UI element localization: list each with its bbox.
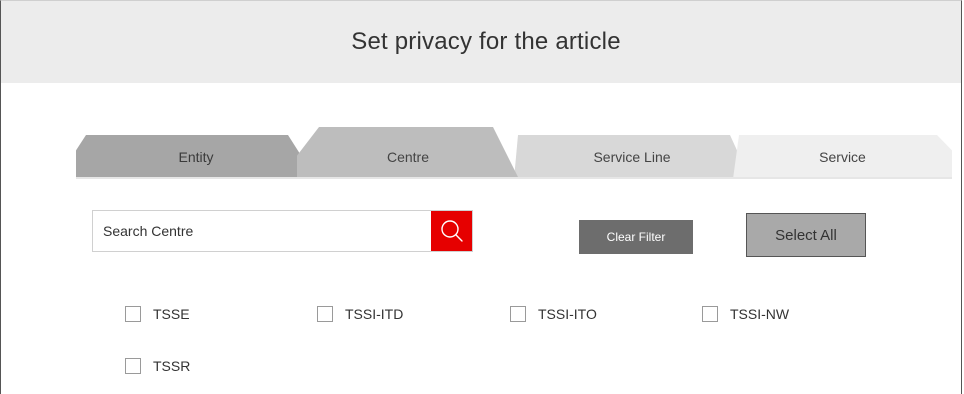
checkbox[interactable]: [125, 306, 141, 322]
tab-entity[interactable]: Entity: [76, 135, 316, 179]
option-tssi-nw[interactable]: TSSI-NW: [702, 306, 789, 322]
search-input[interactable]: [93, 211, 431, 251]
tab-entity-label: Entity: [178, 149, 214, 165]
option-label: TSSI-ITD: [345, 306, 404, 322]
option-tssi-itd[interactable]: TSSI-ITD: [317, 306, 403, 322]
clear-filter-button[interactable]: Clear Filter: [579, 220, 693, 254]
search-icon: [440, 220, 463, 242]
checkbox[interactable]: [702, 306, 718, 322]
tab-bar: Entity Service Line Service Centre: [0, 0, 964, 200]
option-label: TSSI-NW: [730, 306, 790, 322]
checkbox[interactable]: [510, 306, 526, 322]
checkbox[interactable]: [125, 358, 141, 374]
option-tsse[interactable]: TSSE: [125, 306, 190, 322]
tab-centre-label: Centre: [386, 149, 430, 165]
search-box: [92, 210, 473, 252]
option-tssi-ito[interactable]: TSSI-ITO: [510, 306, 597, 322]
tab-service-line-label: Service Line: [593, 149, 671, 165]
checkbox[interactable]: [317, 306, 333, 322]
tab-underline: [76, 177, 952, 179]
select-all-button[interactable]: Select All: [746, 213, 866, 257]
tab-service-line[interactable]: Service Line: [514, 135, 750, 179]
option-label: TSSR: [153, 358, 191, 374]
option-tssr[interactable]: TSSR: [125, 358, 190, 374]
tab-centre[interactable]: Centre: [297, 127, 519, 179]
tab-service-label: Service: [819, 149, 866, 165]
search-button[interactable]: [431, 211, 472, 251]
option-label: TSSI-ITO: [538, 306, 597, 322]
tab-service[interactable]: Service: [733, 135, 952, 179]
option-label: TSSE: [153, 306, 190, 322]
